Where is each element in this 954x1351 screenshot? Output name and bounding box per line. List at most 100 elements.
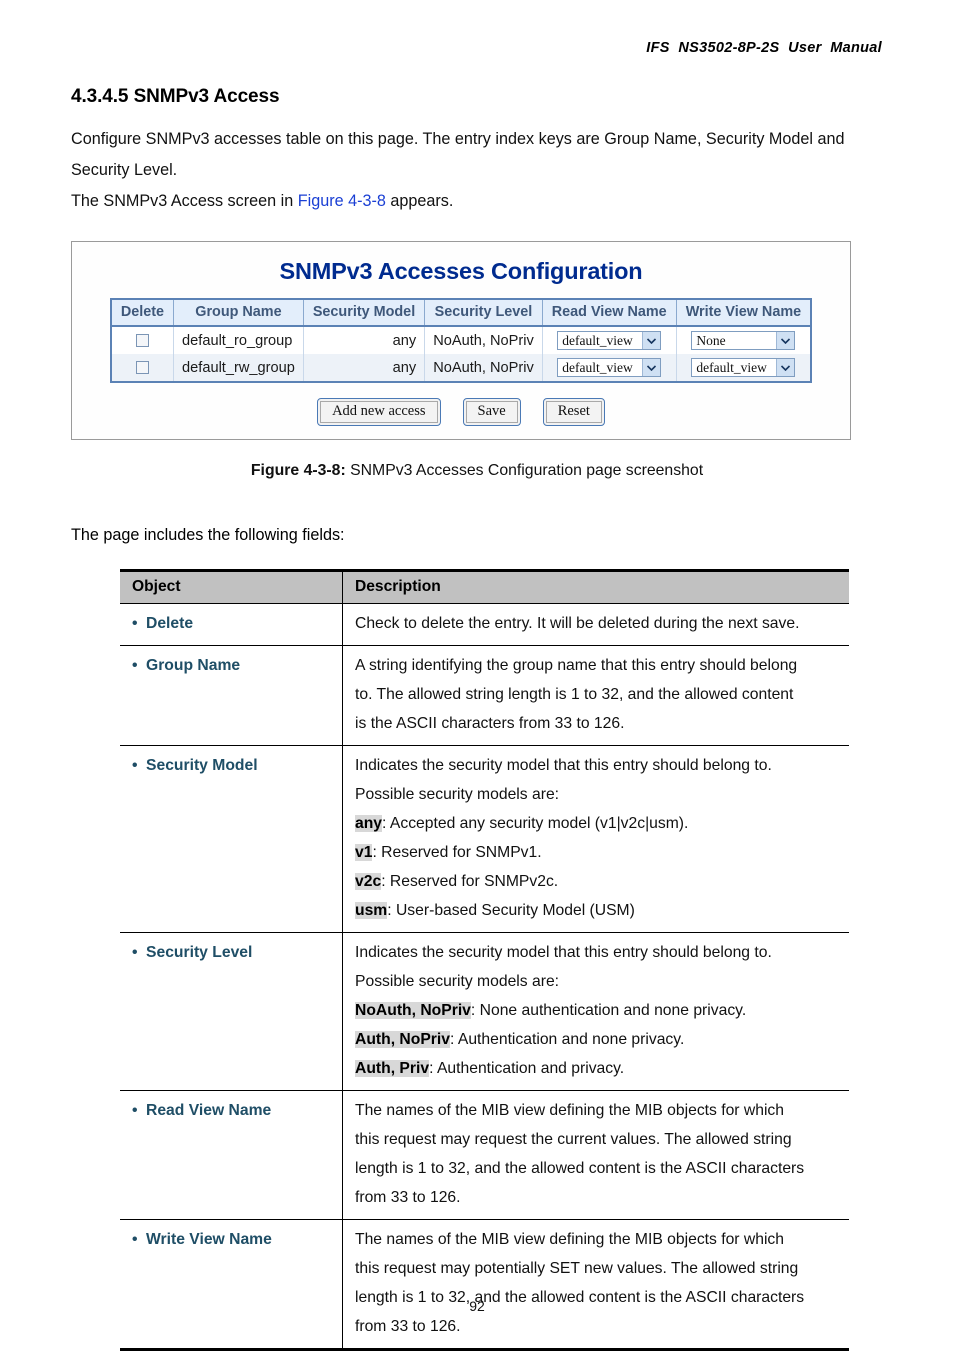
chevron-down-icon (642, 332, 661, 349)
description-line: NoAuth, NoPriv: None authentication and … (355, 996, 839, 1025)
object-name-label: Delete (146, 615, 194, 632)
chevron-down-icon (642, 359, 661, 376)
table-row: • Security Level Indicates the security m… (120, 932, 849, 1091)
add-new-access-label: Add new access (320, 401, 438, 423)
description-line: Possible security models are: (355, 786, 560, 803)
read-view-name-select[interactable]: default_view (557, 358, 662, 377)
column-header-write-view-name: Write View Name (676, 299, 812, 327)
keyword-v1-description: : Reserved for SNMPv1. (372, 844, 542, 861)
object-description-cell: Indicates the security model that this e… (342, 745, 849, 933)
running-header: IFS NS3502-8P-2S User Manual (646, 40, 882, 56)
reset-button[interactable]: Reset (542, 398, 605, 426)
desc-column-header-description: Description (342, 569, 849, 604)
table-row: • Security Model Indicates the security m… (120, 745, 849, 933)
description-line: Possible security models are: (355, 973, 560, 990)
object-name-cell: • Read View Name (120, 1090, 343, 1220)
intro-paragraph-2: The SNMPv3 Access screen in Figure 4-3-8… (71, 186, 883, 217)
keyword-any-description: : Accepted any security model (v1|v2c|us… (382, 815, 689, 832)
write-view-name-cell: default_view (676, 354, 812, 382)
figure-action-buttons: Add new access Save Reset (72, 398, 850, 426)
page-title: 4.3.4.5 SNMPv3 Access (71, 86, 280, 107)
delete-checkbox[interactable] (135, 334, 149, 348)
write-view-name-value: default_view (696, 359, 767, 375)
description-line: length is 1 to 32, and the allowed conte… (355, 1160, 805, 1177)
security-model-cell: any (303, 354, 426, 382)
object-name-label: Write View Name (146, 1231, 272, 1248)
keyword-any: any (355, 815, 383, 832)
write-view-name-cell: None (676, 326, 811, 354)
chevron-down-icon (776, 359, 795, 376)
object-description-cell: Indicates the security model that this e… (342, 932, 849, 1091)
page-number: 92 (469, 1298, 485, 1314)
group-name-cell: default_rw_group (173, 354, 304, 382)
table-row: default_ro_group any NoAuth, NoPriv defa… (110, 326, 811, 354)
paragraph-2-suffix: appears. (385, 192, 454, 210)
figure-screenshot-panel: SNMPv3 Accesses Configuration Delete Gro… (71, 241, 851, 440)
description-line: this request may request the current val… (355, 1131, 792, 1148)
table-row: • Write View Name The names of the MIB vi… (120, 1219, 849, 1351)
keyword-noauth-nopriv: NoAuth, NoPriv (355, 1002, 471, 1019)
accesses-table-container: Delete Group Name Security Model Securit… (72, 298, 850, 383)
paragraph-2-prefix: The SNMPv3 Access screen in (71, 192, 298, 210)
add-new-access-button[interactable]: Add new access (317, 398, 441, 426)
desc-header-row: Object Description (120, 569, 849, 604)
security-level-cell: NoAuth, NoPriv (424, 326, 543, 354)
save-button[interactable]: Save (462, 398, 521, 426)
chevron-down-icon (776, 332, 795, 349)
bullet-icon: • (132, 657, 138, 674)
description-line: any: Accepted any security model (v1|v2c… (355, 809, 839, 838)
description-line: Auth, NoPriv: Authentication and none pr… (355, 1025, 839, 1054)
column-header-group-name: Group Name (173, 299, 304, 327)
figure-reference-link[interactable]: Figure 4-3-8 (298, 192, 386, 210)
column-header-delete: Delete (110, 299, 175, 327)
object-description-cell: The names of the MIB view defining the M… (342, 1090, 849, 1220)
description-line: from 33 to 126. (355, 1189, 461, 1206)
table-row: • Read View Name The names of the MIB vie… (120, 1090, 849, 1220)
read-view-name-value: default_view (562, 359, 633, 375)
desc-column-header-object: Object (120, 569, 343, 604)
table-header-row: Delete Group Name Security Model Securit… (110, 299, 812, 327)
column-header-security-model: Security Model (303, 299, 426, 327)
delete-cell (110, 326, 175, 354)
write-view-name-value: None (696, 332, 726, 348)
keyword-v2c-description: : Reserved for SNMPv2c. (381, 873, 559, 890)
object-name-cell: • Write View Name (120, 1219, 343, 1351)
write-view-name-select[interactable]: None (691, 331, 796, 350)
security-model-cell: any (303, 326, 426, 354)
write-view-name-select[interactable]: default_view (691, 358, 796, 377)
bullet-icon: • (132, 757, 138, 774)
description-line: Auth, Priv: Authentication and privacy. (355, 1054, 839, 1083)
bullet-icon: • (132, 615, 138, 632)
description-line: Indicates the security model that this e… (355, 944, 772, 961)
description-line: this request may potentially SET new val… (355, 1260, 799, 1277)
keyword-auth-nopriv: Auth, NoPriv (355, 1031, 450, 1048)
field-description-table: Object Description • Delete Check to dele… (120, 569, 849, 1351)
object-name-label: Security Model (146, 757, 258, 774)
object-name-label: Security Level (146, 944, 253, 961)
description-line: v2c: Reserved for SNMPv2c. (355, 867, 839, 896)
keyword-usm-description: : User-based Security Model (USM) (387, 902, 635, 919)
keyword-auth-priv-description: : Authentication and privacy. (429, 1060, 625, 1077)
description-line: Check to delete the entry. It will be de… (355, 615, 800, 632)
keyword-noauth-nopriv-description: : None authentication and none privacy. (470, 1002, 747, 1019)
read-view-name-select[interactable]: default_view (557, 331, 662, 350)
table-row: • Delete Check to delete the entry. It wi… (120, 603, 849, 646)
description-line: from 33 to 126. (355, 1318, 461, 1335)
bullet-icon: • (132, 1102, 138, 1119)
object-name-label: Read View Name (146, 1102, 272, 1119)
object-name-cell: • Group Name (120, 645, 343, 746)
table-row: • Group Name A string identifying the gro… (120, 645, 849, 746)
reset-label: Reset (545, 401, 602, 423)
save-label: Save (465, 401, 518, 423)
object-description-cell: A string identifying the group name that… (342, 645, 849, 746)
keyword-v2c: v2c (355, 873, 382, 890)
object-description-cell: Check to delete the entry. It will be de… (342, 603, 849, 646)
figure-caption: Figure 4-3-8: SNMPv3 Accesses Configurat… (71, 462, 883, 480)
table-row: default_rw_group any NoAuth, NoPriv defa… (110, 354, 812, 382)
description-line: A string identifying the group name that… (355, 657, 798, 674)
group-name-cell: default_ro_group (173, 326, 304, 354)
object-name-cell: • Security Level (120, 932, 343, 1091)
delete-checkbox[interactable] (135, 361, 149, 375)
snmpv3-accesses-configuration-title: SNMPv3 Accesses Configuration (279, 258, 643, 284)
figure-caption-label: Figure 4-3-8: (250, 462, 346, 479)
